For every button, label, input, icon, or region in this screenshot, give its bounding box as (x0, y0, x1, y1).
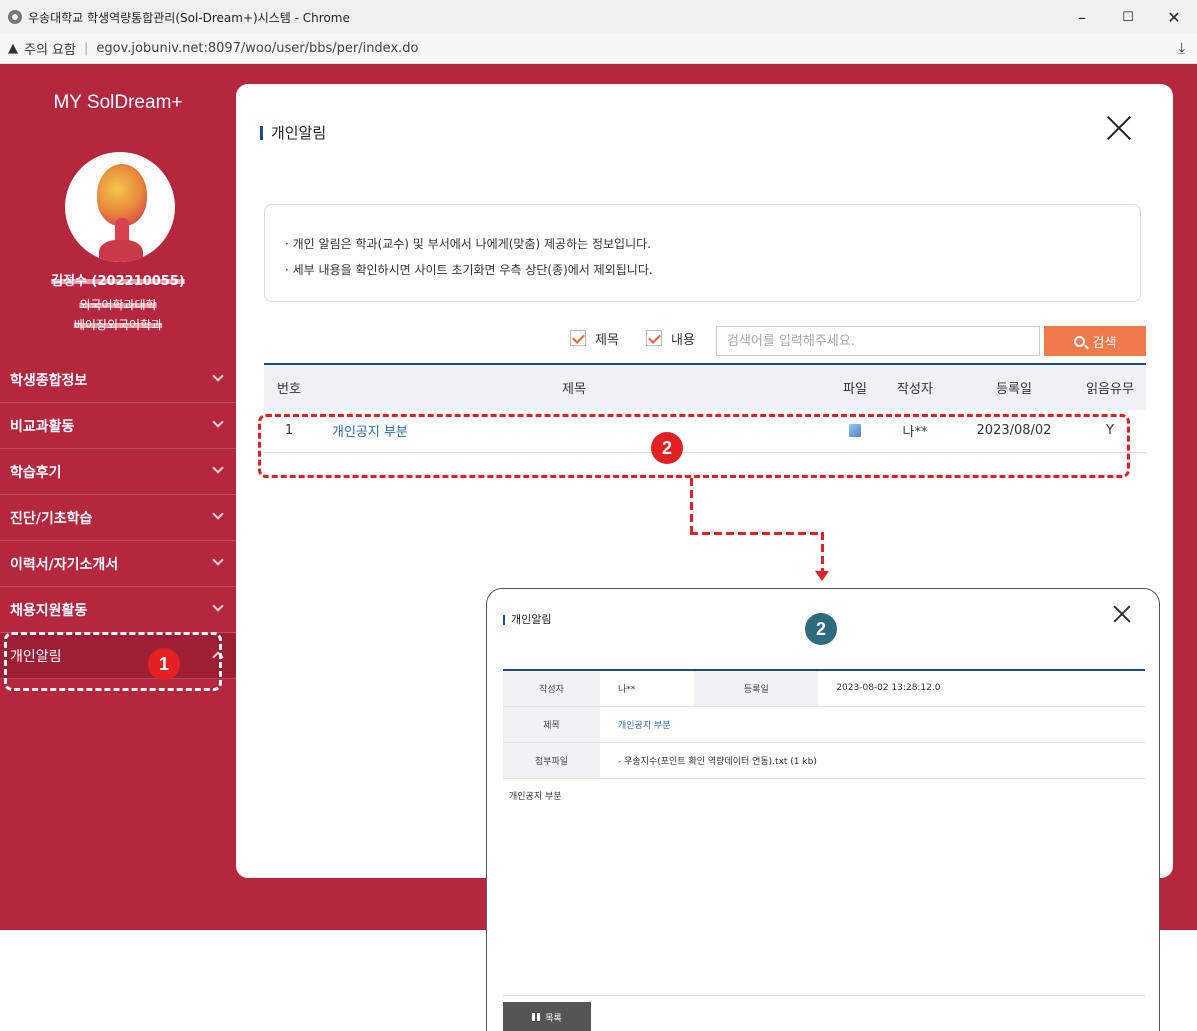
table-row: 작성자 나** 등록일 2023-08-02 13:28:12.0 (503, 670, 1145, 707)
profile-department: 베이징외국어학과 (0, 316, 236, 333)
close-window-button[interactable]: ✕ (1151, 0, 1197, 34)
list-button[interactable]: 목록 (503, 1002, 591, 1031)
sidebar-item-label: 학생종합정보 (10, 372, 88, 389)
site-favicon-icon (8, 10, 22, 24)
author-label: 작성자 (503, 670, 600, 707)
sidebar-item-resume[interactable]: 이력서/자기소개서 (0, 541, 236, 587)
table-row: 제목 개인공지 부분 (503, 706, 1145, 743)
sidebar-item-label: 비교과활동 (10, 418, 75, 435)
profile-college: 외국어학과대학 (0, 296, 236, 313)
table-header-row: 번호 제목 파일 작성자 등록일 읽음유무 (264, 363, 1146, 410)
arrow-down-icon (815, 571, 829, 581)
sidebar-item-job-support[interactable]: 채용지원활동 (0, 587, 236, 633)
sidebar-item-label: 채용지원활동 (10, 602, 88, 619)
col-header-file: 파일 (834, 363, 876, 410)
search-input[interactable] (716, 326, 1040, 356)
notice-line: · 개인 알림은 학과(교수) 및 부서에서 나에게(맞춤) 제공하는 정보입니… (285, 237, 651, 251)
connector-line (690, 532, 824, 535)
security-warning-label: 주의 요함 (24, 43, 76, 58)
chevron-down-icon (212, 416, 224, 428)
connector-line (821, 532, 824, 572)
date-value: 2023-08-02 13:28:12.0 (818, 670, 1145, 707)
avatar-shoulder (99, 240, 143, 262)
step-marker-2: 2 (805, 613, 837, 645)
detail-popup: 개인알림 2 작성자 나** 등록일 2023-08-02 13:28:12.0… (486, 588, 1160, 1031)
minimize-button[interactable]: – (1059, 0, 1105, 34)
highlight-box-menu (4, 632, 222, 691)
detail-table: 작성자 나** 등록일 2023-08-02 13:28:12.0 제목 개인공… (503, 669, 1145, 779)
url-text[interactable]: egov.jobuniv.net:8097/woo/user/bbs/per/i… (96, 41, 418, 56)
chevron-down-icon (212, 462, 224, 474)
list-button-label: 목록 (545, 1013, 562, 1024)
profile-name: 김정수 (202210055) (0, 270, 236, 289)
warning-icon: ▲ (8, 41, 18, 56)
browser-titlebar: 우송대학교 학생역량통합관리(Sol-Dream+)시스템 - Chrome (0, 0, 1197, 34)
sidebar-item-label: 학습후기 (10, 464, 62, 481)
sidebar-item-diagnosis[interactable]: 진단/기초학습 (0, 495, 236, 541)
chevron-down-icon (212, 554, 224, 566)
col-header-no: 번호 (264, 363, 314, 410)
content-checkbox-label: 내용 (671, 333, 695, 348)
sidebar: MY SolDream+ 김정수 (202210055) 외국어학과대학 베이징… (0, 64, 236, 930)
col-header-read: 읽음유무 (1074, 363, 1146, 410)
address-bar[interactable]: ▲ 주의 요함 | egov.jobuniv.net:8097/woo/user… (0, 34, 1197, 64)
connector-line (690, 478, 693, 535)
divider (503, 995, 1145, 996)
sidebar-item-extracurricular[interactable]: 비교과활동 (0, 403, 236, 449)
avatar-head-icon (97, 164, 147, 226)
separator: | (83, 41, 89, 56)
search-icon (1073, 335, 1085, 347)
window-title: 우송대학교 학생역량통합관리(Sol-Dream+)시스템 - Chrome (28, 10, 350, 25)
table-row: 첨부파일 - 우송지수(포인트 확인 역량데이터 연동).txt (1 kb) (503, 742, 1145, 779)
list-icon (532, 1013, 541, 1021)
sidebar-item-label: 이력서/자기소개서 (10, 556, 119, 573)
notice-line: · 세부 내용을 확인하시면 사이트 초기화면 우측 상단(종)에서 제외됩니다… (285, 263, 653, 277)
chevron-down-icon (212, 508, 224, 520)
chevron-down-icon (212, 600, 224, 612)
popup-body-text: 개인공지 부분 (509, 792, 562, 802)
col-header-date: 등록일 (954, 363, 1074, 410)
sidebar-item-study-review[interactable]: 학습후기 (0, 449, 236, 495)
highlight-box-row (258, 414, 1130, 478)
title-checkbox[interactable] (570, 330, 586, 346)
maximize-button[interactable]: ☐ (1105, 0, 1151, 34)
search-button[interactable]: 검색 (1044, 326, 1146, 356)
chevron-down-icon (212, 370, 224, 382)
profile-college-text: 외국어학과대학 (79, 298, 157, 312)
step-marker-1: 1 (148, 648, 180, 680)
profile-department-text: 베이징외국어학과 (73, 318, 163, 332)
brand-title: MY SolDream+ (53, 92, 183, 113)
attachment-link[interactable]: - 우송지수(포인트 확인 역량데이터 연동).txt (1 kb) (600, 742, 1145, 779)
sidebar-menu: 학생종합정보 비교과활동 학습후기 진단/기초학습 이력서/자기소개서 채용지원… (0, 357, 236, 679)
profile-name-text: 김정수 (202210055) (51, 274, 185, 289)
sidebar-item-student-info[interactable]: 학생종합정보 (0, 357, 236, 403)
search-row: 제목 내용 검색 (236, 326, 1173, 356)
attachment-label: 첨부파일 (503, 742, 600, 779)
subject-value: 개인공지 부분 (600, 706, 1145, 743)
download-icon[interactable]: ⤓ (1178, 39, 1185, 57)
author-value: 나** (600, 670, 695, 707)
popup-title: 개인알림 (503, 614, 551, 625)
title-checkbox-label: 제목 (595, 333, 619, 348)
col-header-author: 작성자 (876, 363, 954, 410)
close-icon[interactable] (1113, 605, 1131, 623)
sidebar-item-label: 진단/기초학습 (10, 510, 93, 527)
content-checkbox[interactable] (646, 330, 662, 346)
search-button-label: 검색 (1092, 335, 1117, 351)
avatar (65, 152, 175, 262)
col-header-title: 제목 (314, 363, 834, 410)
close-icon[interactable] (1105, 114, 1133, 142)
notice-box: · 개인 알림은 학과(교수) 및 부서에서 나에게(맞춤) 제공하는 정보입니… (264, 204, 1141, 302)
step-marker-2: 2 (651, 432, 683, 464)
page-title: 개인알림 (260, 126, 326, 141)
subject-label: 제목 (503, 706, 600, 743)
date-label: 등록일 (694, 670, 819, 707)
